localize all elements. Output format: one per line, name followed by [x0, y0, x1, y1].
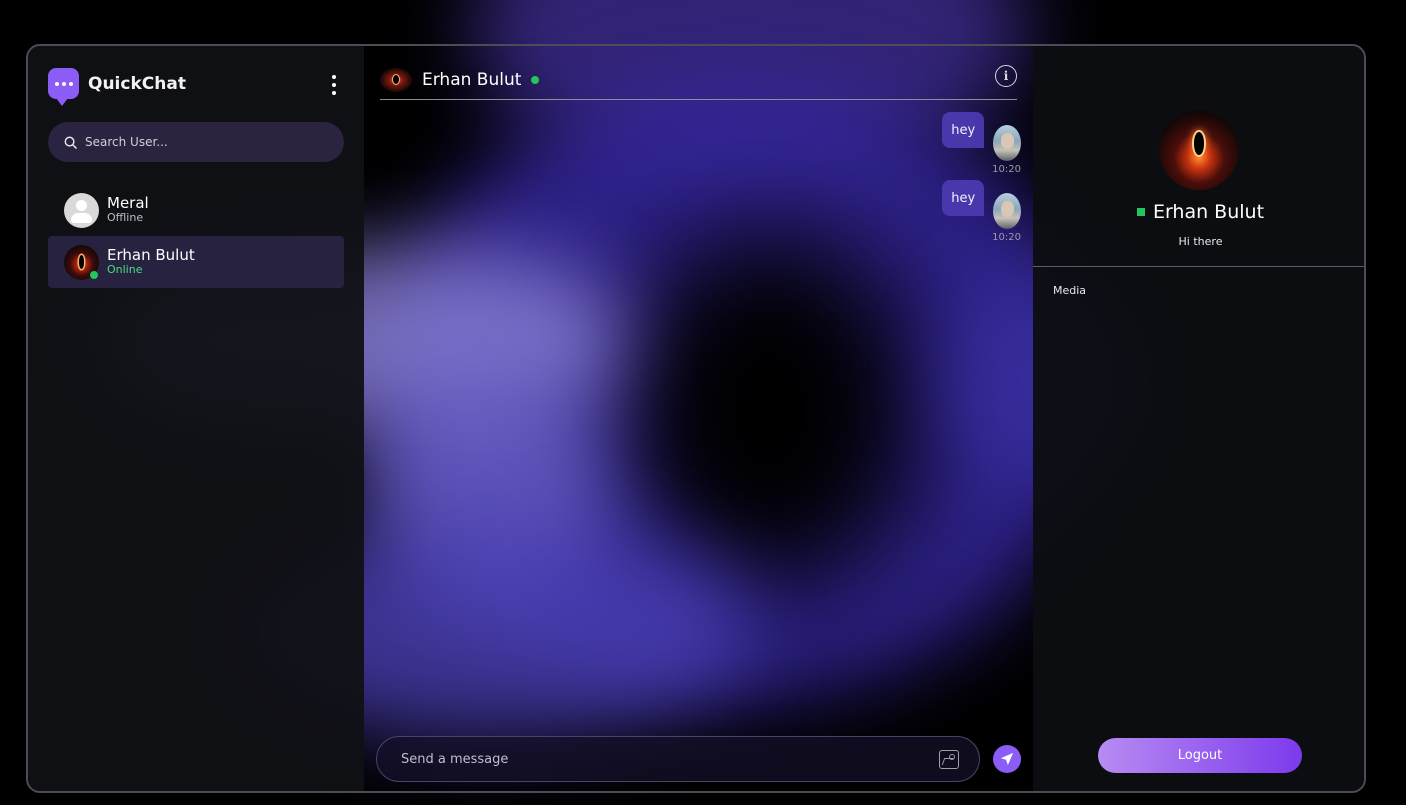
- gallery-icon[interactable]: [939, 750, 959, 769]
- chat-contact-name: Erhan Bulut: [422, 69, 522, 90]
- profile-bio: Hi there: [1178, 235, 1223, 248]
- sidebar: QuickChat Meral Offline: [28, 46, 364, 791]
- message-time: 10:20: [992, 164, 1021, 175]
- user-name: Erhan Bulut: [107, 246, 195, 265]
- search-icon: [64, 136, 77, 149]
- info-icon[interactable]: i: [995, 65, 1017, 87]
- send-icon: [1000, 752, 1014, 766]
- logout-button[interactable]: Logout: [1098, 738, 1302, 773]
- app-window: QuickChat Meral Offline: [26, 44, 1366, 793]
- user-name: Meral: [107, 194, 149, 213]
- contact-details-panel: Erhan Bulut Hi there Media Logout: [1033, 46, 1364, 791]
- message-composer: [376, 736, 980, 782]
- online-status-dot: [1136, 208, 1145, 216]
- avatar: [992, 193, 1021, 229]
- online-status-dot: [531, 75, 540, 84]
- chat-header: Erhan Bulut i: [380, 60, 1017, 100]
- user-item-meral[interactable]: Meral Offline: [48, 184, 344, 236]
- online-status-dot: [90, 270, 98, 279]
- search-input[interactable]: [85, 135, 325, 149]
- chat-bubble-icon: [48, 68, 79, 106]
- message-row: hey 10:20: [380, 112, 1021, 180]
- send-button[interactable]: [993, 745, 1021, 773]
- avatar: [380, 67, 412, 92]
- user-item-erhan-bulut[interactable]: Erhan Bulut Online: [48, 236, 344, 288]
- message-time: 10:20: [992, 232, 1021, 243]
- avatar: [992, 125, 1021, 161]
- user-status: Online: [107, 263, 143, 277]
- message-bubble: hey: [942, 180, 985, 216]
- chat-panel: Erhan Bulut i hey 10:20 hey 10:20: [364, 46, 1033, 791]
- default-user-icon: [64, 192, 99, 228]
- message-input[interactable]: [401, 751, 921, 767]
- message-row: hey 10:20: [380, 180, 1021, 248]
- more-menu-icon[interactable]: [330, 75, 338, 95]
- profile-name-row: Erhan Bulut: [1033, 201, 1364, 223]
- message-list: hey 10:20 hey 10:20: [380, 112, 1021, 248]
- avatar: [1159, 110, 1239, 190]
- profile-name: Erhan Bulut: [1152, 201, 1265, 223]
- brand: QuickChat: [48, 68, 186, 106]
- search-box: [48, 122, 344, 162]
- brand-name: QuickChat: [88, 73, 186, 94]
- divider: [1033, 266, 1364, 267]
- media-label: Media: [1053, 284, 1087, 297]
- user-status: Offline: [107, 211, 144, 225]
- user-list: Meral Offline Erhan Bulut Online: [48, 184, 344, 288]
- message-bubble: hey: [942, 112, 985, 148]
